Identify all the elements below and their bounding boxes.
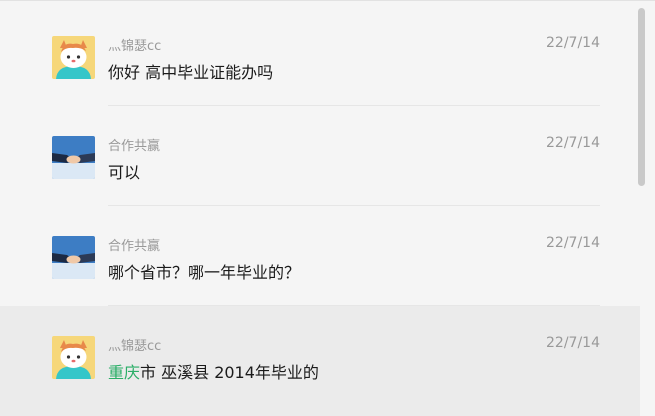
message-text: 市 巫溪县 2014年毕业的: [140, 363, 319, 382]
location-link[interactable]: 重庆: [108, 363, 140, 382]
scrollbar-thumb[interactable]: [638, 8, 645, 186]
sender-name: 灬锦瑟cc: [108, 339, 162, 354]
conversation-item[interactable]: 合作共赢 22/7/14 哪个省市？哪一年毕业的？: [0, 206, 640, 306]
message-preview: 哪个省市？哪一年毕业的？: [108, 263, 301, 282]
message-time: 22/7/14: [546, 335, 600, 351]
handshake-avatar-icon[interactable]: [52, 236, 95, 279]
message-preview: 重庆市 巫溪县 2014年毕业的: [108, 359, 319, 383]
cartoon-cat-avatar-icon[interactable]: [52, 336, 95, 379]
message-preview: 你好 高中毕业证能办吗: [108, 63, 274, 82]
conversation-item[interactable]: 灬锦瑟cc 22/7/14 你好 高中毕业证能办吗: [0, 6, 640, 106]
message-time: 22/7/14: [546, 35, 600, 51]
message-preview: 可以: [108, 163, 141, 182]
handshake-avatar-icon[interactable]: [52, 136, 95, 179]
sender-name: 合作共赢: [108, 139, 161, 154]
conversation-item[interactable]: 合作共赢 22/7/14 可以: [0, 106, 640, 206]
message-time: 22/7/14: [546, 235, 600, 251]
message-time: 22/7/14: [546, 135, 600, 151]
sender-name: 合作共赢: [108, 239, 161, 254]
cartoon-cat-avatar-icon[interactable]: [52, 36, 95, 79]
sender-name: 灬锦瑟cc: [108, 39, 162, 54]
conversation-item-selected[interactable]: 灬锦瑟cc 22/7/14 重庆市 巫溪县 2014年毕业的: [0, 306, 640, 416]
conversation-list: 灬锦瑟cc 22/7/14 你好 高中毕业证能办吗 合作共赢 22/7/14 可…: [0, 0, 640, 416]
